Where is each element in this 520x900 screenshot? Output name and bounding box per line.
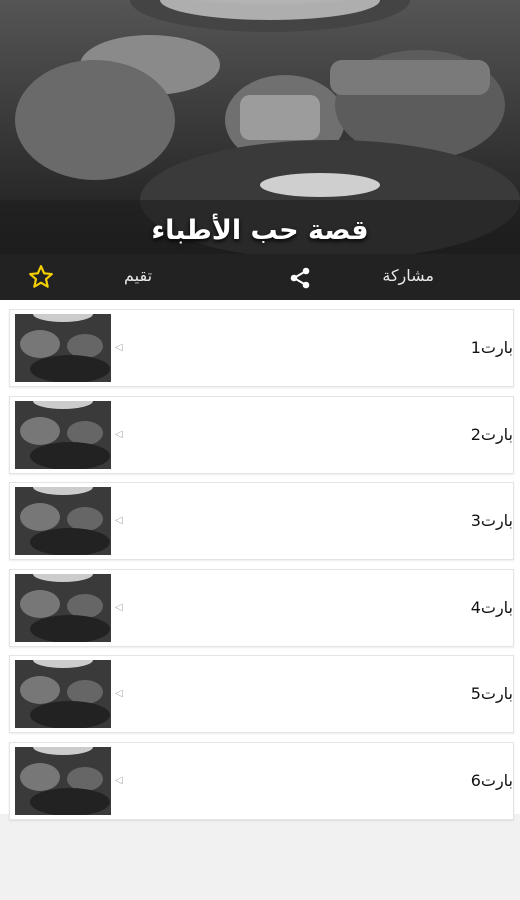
share-icon[interactable] [288, 266, 312, 294]
list-item[interactable]: ◁ بارت5 [9, 655, 514, 733]
part-label: بارت6 [470, 771, 513, 790]
story-header-image: قصة حب الأطباء [0, 0, 520, 254]
part-label: بارت2 [470, 425, 513, 444]
star-icon[interactable] [28, 264, 54, 294]
part-thumbnail [15, 487, 111, 555]
part-thumbnail [15, 660, 111, 728]
part-label: بارت5 [470, 684, 513, 703]
list-item[interactable]: ◁ بارت6 [9, 742, 514, 820]
chevron-icon: ◁ [115, 515, 123, 526]
part-label: بارت4 [470, 598, 513, 617]
action-toolbar: مشاركة تقيم [0, 254, 520, 300]
parts-list: ◁ بارت1 ◁ بارت2 ◁ بارت3 ◁ بارت4 ◁ بارت5 … [0, 300, 520, 820]
chevron-icon: ◁ [115, 688, 123, 699]
list-item[interactable]: ◁ بارت1 [9, 309, 514, 387]
story-title: قصة حب الأطباء [151, 215, 369, 246]
part-thumbnail [15, 747, 111, 815]
list-item[interactable]: ◁ بارت2 [9, 396, 514, 474]
chevron-icon: ◁ [115, 602, 123, 613]
list-item[interactable]: ◁ بارت4 [9, 569, 514, 647]
share-label[interactable]: مشاركة [382, 266, 434, 285]
part-thumbnail [15, 314, 111, 382]
chevron-icon: ◁ [115, 775, 123, 786]
rate-label[interactable]: تقيم [124, 266, 152, 285]
part-label: بارت1 [470, 338, 513, 357]
part-thumbnail [15, 401, 111, 469]
part-label: بارت3 [470, 511, 513, 530]
list-item[interactable]: ◁ بارت3 [9, 482, 514, 560]
chevron-icon: ◁ [115, 429, 123, 440]
part-thumbnail [15, 574, 111, 642]
chevron-icon: ◁ [115, 342, 123, 353]
